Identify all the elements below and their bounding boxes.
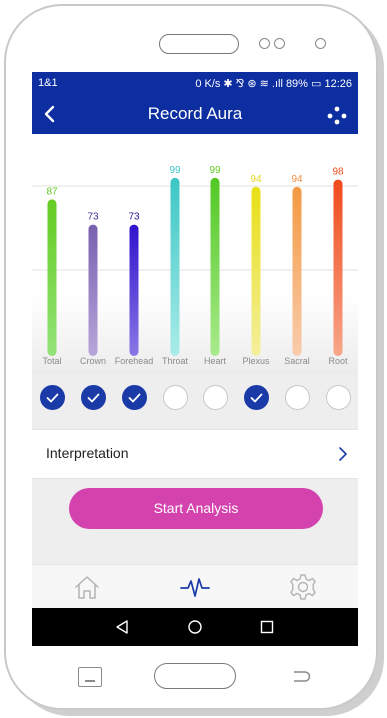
checkbox-throat[interactable] (162, 385, 188, 410)
hardware-back-button[interactable] (292, 670, 312, 683)
status-bar: 1&1 0 K/s ✱ ⅋ ⊛ ≋ .ıll 89% ▭ 12:26 (32, 72, 358, 94)
hardware-recents-button[interactable] (78, 667, 102, 687)
checkbox-total[interactable] (39, 385, 65, 410)
category-label-throat: Throat (161, 356, 188, 366)
interpretation-row[interactable]: Interpretation (32, 429, 358, 479)
value-label-root: 98 (332, 167, 344, 178)
value-label-heart: 99 (209, 165, 221, 176)
interpretation-label: Interpretation (46, 445, 129, 461)
checkmark-icon (128, 393, 140, 402)
checkbox-plexus[interactable] (243, 385, 269, 410)
chevron-right-icon (339, 447, 347, 461)
bar-forehead (129, 224, 139, 356)
checkbox-root[interactable] (325, 385, 351, 410)
aura-chart-svg: 87 73 73 99 99 94 94 98 (32, 134, 358, 374)
page-title: Record Aura (147, 104, 243, 123)
carrier-label: 1&1 (38, 77, 58, 89)
bar-sacral (292, 186, 302, 356)
dots-menu-icon (327, 106, 347, 125)
checkbox-forehead[interactable] (121, 385, 147, 410)
selection-row (32, 385, 358, 413)
category-label-heart: Heart (203, 356, 226, 366)
home-icon (75, 576, 99, 599)
bar-root (333, 179, 343, 356)
category-labels: Total Crown Forehead Throat Heart Plexus Sacra… (32, 356, 358, 372)
menu-button[interactable] (322, 100, 352, 130)
value-label-forehead: 73 (128, 212, 140, 223)
nav-pulse[interactable] (178, 571, 212, 603)
bar-heart (210, 177, 220, 356)
gear-icon (290, 574, 316, 600)
category-label-plexus: Plexus (242, 356, 270, 366)
category-label-crown: Crown (79, 356, 106, 366)
value-label-throat: 99 (169, 165, 181, 176)
system-nav-bar (32, 608, 358, 646)
checkbox-crown[interactable] (80, 385, 106, 410)
home-circle-icon (188, 620, 202, 634)
system-home-button[interactable] (184, 617, 206, 637)
checkmark-icon (87, 393, 99, 402)
bar-throat (170, 177, 180, 356)
front-camera-icon (315, 38, 326, 49)
app-bar: Record Aura (32, 94, 358, 134)
checkmark-icon (46, 393, 58, 402)
status-indicators: 0 K/s ✱ ⅋ ⊛ ≋ .ıll 89% ▭ 12:26 (195, 78, 352, 90)
value-label-crown: 73 (87, 212, 99, 223)
system-recents-button[interactable] (256, 617, 278, 637)
bar-plexus (251, 186, 261, 356)
bar-total (47, 199, 57, 356)
nav-home[interactable] (70, 571, 104, 603)
checkmark-icon (250, 393, 262, 402)
pulse-icon (180, 578, 210, 597)
category-label-sacral: Sacral (284, 356, 310, 366)
checkbox-heart[interactable] (202, 385, 228, 410)
hardware-recents-mark (85, 680, 95, 682)
back-triangle-icon (116, 620, 128, 634)
recents-square-icon (260, 620, 274, 634)
category-label-forehead: Forehead (114, 356, 154, 366)
value-label-plexus: 94 (250, 174, 262, 185)
system-back-button[interactable] (111, 617, 133, 637)
phone-screen: 1&1 0 K/s ✱ ⅋ ⊛ ≋ .ıll 89% ▭ 12:26 Recor… (32, 72, 358, 646)
value-label-total: 87 (46, 186, 58, 197)
start-analysis-button[interactable]: Start Analysis (69, 488, 323, 529)
nav-settings[interactable] (286, 571, 320, 603)
speaker-grille (159, 34, 239, 54)
checkbox-sacral[interactable] (284, 385, 310, 410)
aura-chart: 87 73 73 99 99 94 94 98 (32, 134, 358, 374)
category-label-root: Root (328, 356, 348, 366)
hardware-home-button[interactable] (154, 663, 236, 689)
sensor-icon (259, 38, 270, 49)
bottom-nav (32, 564, 358, 609)
category-label-total: Total (42, 356, 62, 366)
bar-crown (88, 224, 98, 356)
sensor-icon (274, 38, 285, 49)
value-label-sacral: 94 (291, 174, 303, 185)
